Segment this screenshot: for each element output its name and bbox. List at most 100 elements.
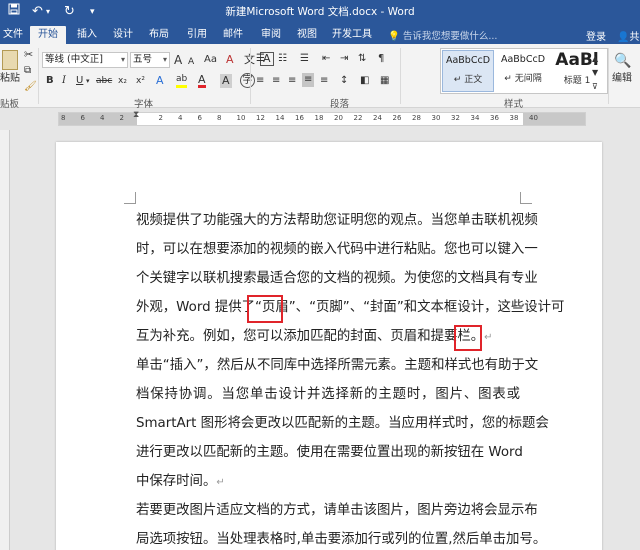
numbering-icon[interactable]: ☷: [278, 52, 287, 66]
vertical-ruler: [0, 130, 10, 550]
margin-corner-mark: [124, 192, 136, 204]
text-line-content: 中保存时间。: [136, 474, 217, 489]
tab-view[interactable]: 视图: [292, 26, 322, 44]
superscript-button[interactable]: x²: [136, 74, 145, 88]
tab-references[interactable]: 引用: [182, 26, 212, 44]
underline-button[interactable]: U: [76, 74, 83, 88]
align-center-icon[interactable]: ≡: [272, 74, 280, 88]
format-painter-icon[interactable]: 🖌: [24, 80, 37, 94]
ribbon-home: 粘贴 ✂ ⧉ 🖌 贴板 等线 (中文正]▾ 五号▾ A A Aa A 文 A B…: [0, 44, 640, 110]
subscript-button[interactable]: x₂: [118, 74, 127, 88]
style-normal[interactable]: AaBbCcD ↵ 正文: [442, 50, 494, 92]
styles-more-icon[interactable]: ⊽: [592, 80, 598, 94]
show-marks-icon[interactable]: ¶: [378, 52, 384, 66]
character-shading-button[interactable]: A: [220, 74, 232, 88]
ruler-number: 18: [314, 114, 324, 122]
tab-home[interactable]: 开始: [30, 26, 66, 44]
highlight-button[interactable]: ab: [176, 74, 188, 88]
ruler-number: 38: [509, 114, 519, 122]
share-label: 共: [629, 32, 640, 43]
find-icon[interactable]: 🔍: [614, 54, 631, 68]
text-line: SmartArt 图形将会更改以匹配新的主题。当应用样式时，您的标题会: [136, 416, 549, 431]
font-color-button[interactable]: A: [198, 74, 206, 88]
strikethrough-button[interactable]: abc: [96, 74, 112, 88]
ruler-number: 12: [256, 114, 265, 122]
ruler-number: 2: [158, 114, 163, 122]
ruler-number: 16: [295, 114, 304, 122]
text-line: 若要更改图片适应文档的方式，请单击该图片，图片旁边将会显示布: [136, 503, 538, 518]
group-separator: [400, 48, 401, 104]
paragraph-mark: ↵: [484, 332, 493, 343]
tab-file[interactable]: 文件: [0, 26, 26, 44]
font-size-dropdown[interactable]: 五号 ▾: [130, 52, 170, 68]
text-line: 外观，Word 提供了“页眉”、“页脚”、“封面”和文本框设计，这些设计可: [136, 300, 565, 315]
sort-icon[interactable]: ⇅: [358, 52, 366, 66]
ruler-area: ⧗ 8 6 4 2 2 4 6 8 10 12 14 16 18 20 22 24 26 28 30 32 34 36 38…: [0, 108, 640, 130]
tell-me-box[interactable]: 💡 告诉我您想要做什么...: [388, 28, 497, 42]
decrease-indent-icon[interactable]: ⇤: [322, 52, 330, 66]
text-line-content: 互为补充。例如，您可以添加匹配的封面、页眉和提要栏。: [136, 329, 485, 344]
chevron-down-icon: ▾: [120, 55, 125, 64]
document-page[interactable]: 视频提供了功能强大的方法帮助您证明您的观点。当您单击联机视频 时，可以在想要添加…: [56, 142, 602, 550]
ruler-number: 6: [80, 114, 85, 122]
share-button[interactable]: 👤共: [617, 28, 639, 43]
indent-marker-icon[interactable]: ⧗: [133, 110, 139, 120]
text-effects-button[interactable]: A: [156, 74, 164, 88]
distributed-icon[interactable]: ≡: [320, 74, 328, 88]
text-line: 视频提供了功能强大的方法帮助您证明您的观点。当您单击联机视频: [136, 213, 538, 228]
annotation-box: [454, 325, 482, 351]
group-separator: [608, 48, 609, 104]
ruler-number: 34: [470, 114, 480, 122]
style-no-spacing[interactable]: AaBbCcD ↵ 无间隔: [497, 50, 549, 92]
ruler-number: 22: [353, 114, 363, 122]
paste-label[interactable]: 粘贴: [0, 72, 20, 86]
paste-icon[interactable]: [2, 50, 18, 70]
ruler-number: 28: [412, 114, 421, 122]
sign-in-link[interactable]: 登录: [586, 28, 606, 43]
text-line: 单击“插入”，然后从不同库中选择所需元素。主题和样式也有助于文: [136, 358, 539, 373]
window-title: 新建Microsoft Word 文档.docx - Word: [225, 6, 415, 18]
chevron-down-icon[interactable]: ▾: [86, 74, 90, 88]
shading-icon[interactable]: ◧: [360, 74, 369, 88]
italic-button[interactable]: I: [62, 74, 66, 88]
ruler-left-margin: [59, 113, 137, 125]
bullets-icon[interactable]: ☰: [256, 52, 265, 66]
tab-layout[interactable]: 布局: [144, 26, 174, 44]
justify-icon[interactable]: ≡: [302, 73, 315, 87]
bold-button[interactable]: B: [46, 74, 54, 88]
shrink-font-button[interactable]: A: [188, 55, 194, 69]
share-icon: 👤: [617, 32, 630, 43]
ruler-number: 8: [217, 114, 222, 122]
font-name-value: 等线 (中文正]: [45, 54, 103, 65]
ruler-number: 24: [373, 114, 382, 122]
style-preview: AaBbCcD: [445, 55, 491, 66]
grow-font-button[interactable]: A: [174, 53, 182, 67]
clear-format-button[interactable]: A: [226, 53, 234, 67]
increase-indent-icon[interactable]: ⇥: [340, 52, 348, 66]
tab-mailings[interactable]: 邮件: [218, 26, 248, 44]
line-spacing-icon[interactable]: ↕: [340, 74, 348, 88]
ruler-number: 10: [236, 114, 246, 122]
enclose-character-button[interactable]: 字: [240, 73, 255, 88]
ribbon-tabs: 文件 开始 插入 设计 布局 引用 邮件 审阅 视图 开发工具 💡 告诉我您想要…: [0, 24, 640, 44]
style-preview: AaBbCcD: [500, 54, 546, 65]
lightbulb-icon: 💡: [388, 31, 400, 42]
borders-icon[interactable]: ▦: [380, 74, 389, 88]
align-left-icon[interactable]: ≡: [256, 74, 264, 88]
editing-button[interactable]: 编辑: [612, 72, 632, 86]
tab-review[interactable]: 审阅: [256, 26, 286, 44]
styles-scroll-down-icon[interactable]: ▼: [592, 66, 598, 80]
chevron-down-icon: ▾: [162, 55, 167, 64]
font-name-dropdown[interactable]: 等线 (中文正] ▾: [42, 52, 128, 68]
copy-icon[interactable]: ⧉: [24, 64, 31, 78]
horizontal-ruler[interactable]: ⧗ 8 6 4 2 2 4 6 8 10 12 14 16 18 20 22 24 26 28 30 32 34 36 38…: [58, 110, 586, 126]
align-right-icon[interactable]: ≡: [288, 74, 296, 88]
multilevel-list-icon[interactable]: ☰: [300, 52, 309, 66]
styles-scroll-up-icon[interactable]: ▲: [592, 52, 598, 66]
cut-icon[interactable]: ✂: [24, 48, 33, 62]
change-case-button[interactable]: Aa: [204, 53, 217, 67]
tab-insert[interactable]: 插入: [72, 26, 102, 44]
tab-developer[interactable]: 开发工具: [330, 26, 374, 44]
tab-design[interactable]: 设计: [108, 26, 138, 44]
group-separator: [38, 48, 39, 104]
